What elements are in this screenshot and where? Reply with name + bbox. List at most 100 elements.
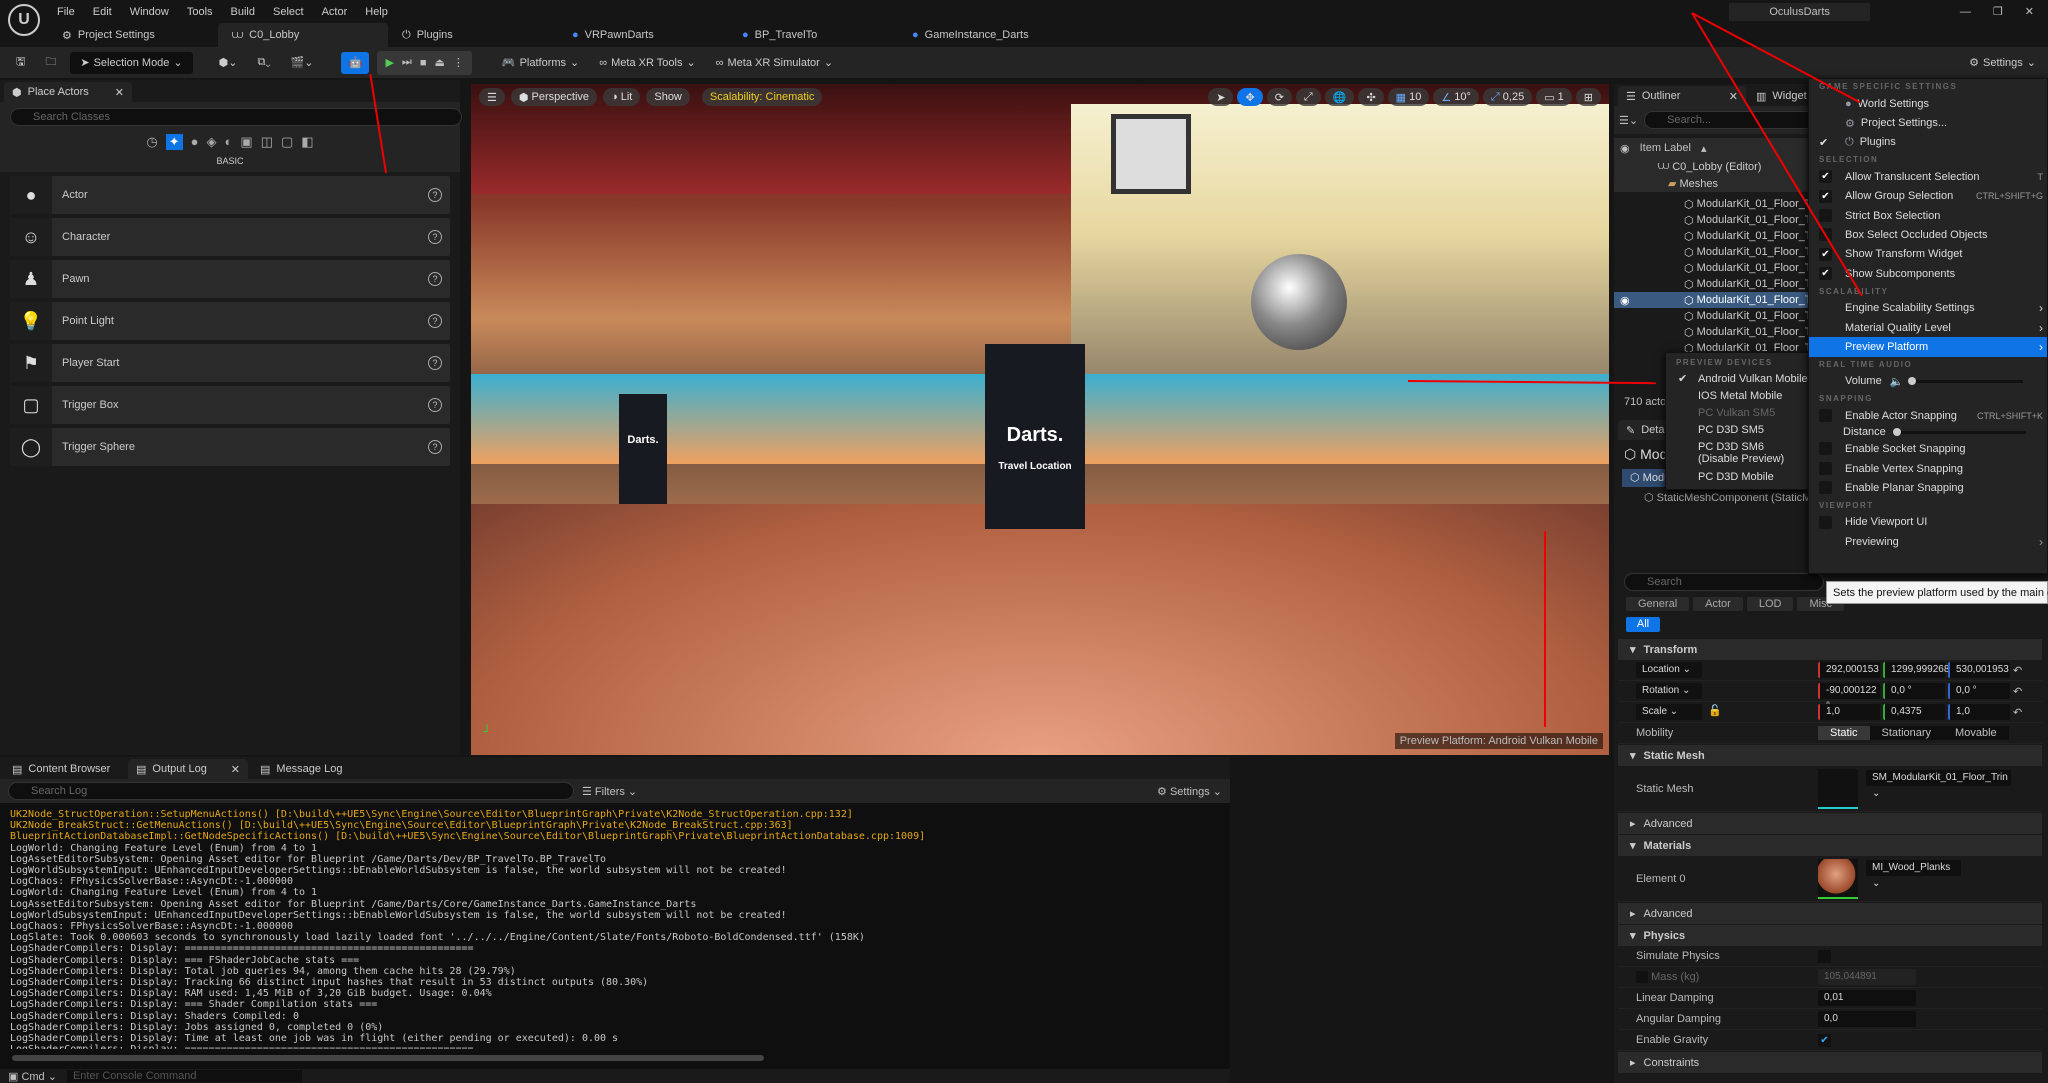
mobility-movable[interactable]: Movable — [1943, 726, 2009, 740]
menu-enable-planar-snapping[interactable]: Enable Planar Snapping — [1809, 478, 2047, 497]
save-icon[interactable]: 🖫 — [10, 52, 31, 74]
location-y-input[interactable]: 1299,999268 — [1883, 662, 1949, 678]
maximize-viewport-icon[interactable]: ⊞ — [1575, 88, 1601, 106]
actor-item-character[interactable]: ☺ Character? — [10, 218, 450, 256]
rotation-y-input[interactable]: 0,0 ° — [1883, 683, 1945, 699]
transform-section[interactable]: ▾ Transform — [1618, 639, 2042, 660]
actor-item-actor[interactable]: ● Actor? — [10, 176, 450, 214]
eject-icon[interactable]: ⏏ — [434, 56, 444, 69]
distance-slider[interactable] — [1892, 427, 2026, 436]
tab-output-log[interactable]: ▤ Output Log ✕ — [128, 759, 248, 779]
rotation-z-input[interactable]: 0,0 ° — [1948, 683, 2010, 699]
static-mesh-section[interactable]: ▾ Static Mesh — [1618, 745, 2042, 766]
cinematics-button[interactable]: 🎬⌄ — [285, 52, 320, 74]
menu-enable-socket-snapping[interactable]: Enable Socket Snapping — [1809, 439, 2047, 458]
help-icon[interactable]: ? — [428, 188, 442, 202]
menu-engine-scalability-settings[interactable]: Engine Scalability Settings › — [1809, 299, 2047, 318]
minimize-button[interactable]: — — [1960, 6, 1971, 18]
angular-damping-input[interactable]: 0,0 — [1818, 1011, 1916, 1027]
translate-tool-icon[interactable]: ✥ — [1237, 88, 1263, 106]
camera-speed-button[interactable]: ▭ 1 — [1536, 88, 1572, 106]
menu-box-select-occluded-objects[interactable]: Box Select Occluded Objects — [1809, 225, 2047, 244]
maximize-button[interactable]: ❐ — [1993, 5, 2003, 18]
cmd-dropdown[interactable]: ▣ Cmd ⌄ — [8, 1070, 57, 1083]
reset-icon[interactable]: ↶ — [2013, 706, 2022, 719]
tab-outliner[interactable]: ☰ Outliner ✕ — [1618, 86, 1746, 106]
rotation-x-input[interactable]: -90,000122 ° — [1818, 683, 1880, 712]
search-log-input[interactable]: Search Log — [8, 782, 574, 800]
constraints-section[interactable]: ▸ Constraints — [1618, 1052, 2042, 1073]
menu-allow-group-selection[interactable]: ✔ Allow Group Selection CTRL+SHIFT+G — [1809, 187, 2047, 206]
menu-material-quality-level[interactable]: Material Quality Level › — [1809, 318, 2047, 337]
tab-plugins[interactable]: ⏻ Plugins — [388, 23, 558, 47]
scale-dropdown[interactable]: Scale ⌄ — [1636, 704, 1702, 720]
selection-mode-dropdown[interactable]: ➤ Selection Mode ⌄ — [70, 51, 193, 74]
volume-slider[interactable] — [1908, 376, 2024, 385]
preview-device-pc-d3d-sm5[interactable]: PC D3D SM5 — [1666, 421, 1809, 438]
filter-general[interactable]: General — [1626, 597, 1690, 611]
tab-place-actors[interactable]: ⬢ Place Actors ✕ — [4, 82, 132, 102]
view-mode-button[interactable]: ◑ Lit — [603, 88, 641, 106]
materials-section[interactable]: ▾ Materials — [1618, 835, 2042, 856]
mobility-static[interactable]: Static — [1818, 726, 1870, 740]
checkbox[interactable] — [1819, 442, 1832, 456]
filter-all[interactable]: All — [1626, 617, 1660, 632]
tab-vrpawndarts[interactable]: ● VRPawnDarts — [558, 23, 728, 47]
help-icon[interactable]: ? — [428, 440, 442, 454]
console-input[interactable]: Enter Console Command — [66, 1070, 302, 1082]
enable-gravity-checkbox[interactable]: ✔ — [1818, 1033, 1831, 1047]
step-icon[interactable]: ⏭ — [402, 56, 412, 69]
physics-section[interactable]: ▾ Physics — [1618, 925, 2042, 946]
browse-icon[interactable]: 🗀 — [39, 52, 62, 74]
perspective-button[interactable]: ⬢ Perspective — [510, 88, 598, 106]
add-actor-button[interactable]: ⬢⌄ — [213, 52, 244, 74]
filters-dropdown[interactable]: ☰ Filters ⌄ — [582, 785, 637, 798]
shapes-icon[interactable]: ◧ — [301, 134, 313, 150]
geometry-icon[interactable]: ▣ — [240, 134, 252, 150]
level-viewport[interactable]: Darts. Travel Location Darts. ☰ ⬢ Perspe… — [471, 84, 1609, 755]
static-mesh-picker[interactable]: SM_ModularKit_01_Floor_Trin ⌄ — [1866, 770, 2011, 799]
menu-actor[interactable]: Actor — [313, 6, 357, 18]
scale-y-input[interactable]: 0,4375 — [1883, 704, 1945, 720]
visual-effects-icon[interactable]: ◐ — [225, 134, 233, 150]
show-button[interactable]: Show — [646, 88, 690, 106]
menu-help[interactable]: Help — [356, 6, 397, 18]
scalability-button[interactable]: Scalability: Cinematic — [701, 88, 823, 106]
menu-project-settings[interactable]: ⚙ Project Settings... — [1809, 113, 2047, 132]
help-icon[interactable]: ? — [428, 398, 442, 412]
tab-content-browser[interactable]: ▤ Content Browser — [4, 759, 124, 779]
lock-icon[interactable]: 🔓 — [1708, 705, 1722, 717]
eye-icon[interactable]: ◉ — [1620, 294, 1630, 307]
menu-select[interactable]: Select — [264, 6, 313, 18]
mass-override-checkbox[interactable] — [1636, 971, 1648, 984]
help-icon[interactable]: ? — [428, 272, 442, 286]
checkbox[interactable]: ✔ — [1819, 247, 1832, 261]
tab-bp-travelto[interactable]: ● BP_TravelTo — [728, 23, 898, 47]
location-x-input[interactable]: 292,000153 — [1818, 662, 1880, 678]
menu-plugins[interactable]: ✔ ⏻ Plugins — [1809, 133, 2047, 152]
stop-icon[interactable]: ■ — [420, 57, 427, 69]
checkbox[interactable] — [1819, 515, 1832, 529]
platforms-dropdown[interactable]: 🎮 Platforms ⌄ — [496, 52, 585, 74]
checkbox[interactable] — [1819, 461, 1832, 475]
scale-snap-button[interactable]: ⤢ 0,25 — [1482, 88, 1533, 106]
close-tab-icon[interactable]: ✕ — [231, 763, 240, 776]
menu-world-settings[interactable]: ● World Settings — [1809, 94, 2047, 113]
select-tool-icon[interactable]: ➤ — [1208, 88, 1234, 106]
preview-device-android-vulkan-mobile[interactable]: ✔ Android Vulkan Mobile — [1666, 370, 1809, 387]
menu-window[interactable]: Window — [121, 6, 178, 18]
menu-build[interactable]: Build — [222, 6, 264, 18]
menu-enable-vertex-snapping[interactable]: Enable Vertex Snapping — [1809, 459, 2047, 478]
filter-actor[interactable]: Actor — [1693, 597, 1743, 611]
material-picker[interactable]: MI_Wood_Planks ⌄ — [1866, 860, 1961, 889]
mobility-stationary[interactable]: Stationary — [1870, 726, 1944, 740]
material-thumbnail[interactable] — [1818, 858, 1858, 899]
menu-file[interactable]: File — [48, 6, 84, 18]
actor-item-trigger-box[interactable]: ▢ Trigger Box? — [10, 386, 450, 424]
actor-item-player-start[interactable]: ⚑ Player Start? — [10, 344, 450, 382]
actor-item-point-light[interactable]: 💡 Point Light? — [10, 302, 450, 340]
horizontal-scrollbar[interactable] — [12, 1055, 764, 1061]
tab-c0-lobby[interactable]: ⩊ C0_Lobby — [218, 23, 388, 47]
checkbox[interactable] — [1819, 409, 1832, 423]
actor-item-trigger-sphere[interactable]: ◯ Trigger Sphere? — [10, 428, 450, 466]
